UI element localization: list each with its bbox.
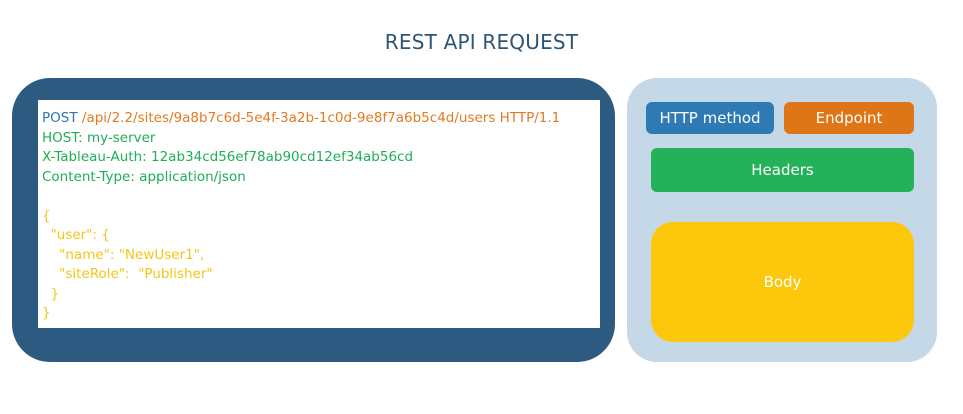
body-line: } (42, 285, 60, 302)
body-line: "name": "NewUser1", (42, 246, 205, 263)
body-line: "user": { (42, 227, 110, 243)
legend-headers: Headers (651, 148, 914, 192)
request-line: POST /api/2.2/sites/9a8b7c6d-5e4f-3a2b-1… (42, 109, 600, 129)
http-method-text: POST (42, 110, 78, 126)
legend-endpoint: Endpoint (784, 102, 914, 134)
legend-body: Body (651, 222, 914, 342)
body-line: "siteRole": "Publisher" (42, 266, 213, 282)
body-line: } (42, 305, 51, 321)
request-frame: POST /api/2.2/sites/9a8b7c6d-5e4f-3a2b-1… (12, 78, 615, 362)
header-line-content-type: Content-Type: application/json (42, 168, 246, 185)
legend-http-method: HTTP method (646, 102, 774, 134)
endpoint-text: /api/2.2/sites/9a8b7c6d-5e4f-3a2b-1c0d-9… (81, 110, 561, 126)
header-line-auth: X-Tableau-Auth: 12ab34cd56ef78ab90cd12ef… (42, 149, 414, 165)
legend-frame: HTTP method Endpoint Headers Body (627, 78, 937, 362)
body-line: { (42, 207, 51, 224)
diagram-title: REST API REQUEST (384, 30, 579, 54)
header-line-host: HOST: my-server (42, 129, 156, 146)
request-code-panel: POST /api/2.2/sites/9a8b7c6d-5e4f-3a2b-1… (38, 100, 600, 328)
